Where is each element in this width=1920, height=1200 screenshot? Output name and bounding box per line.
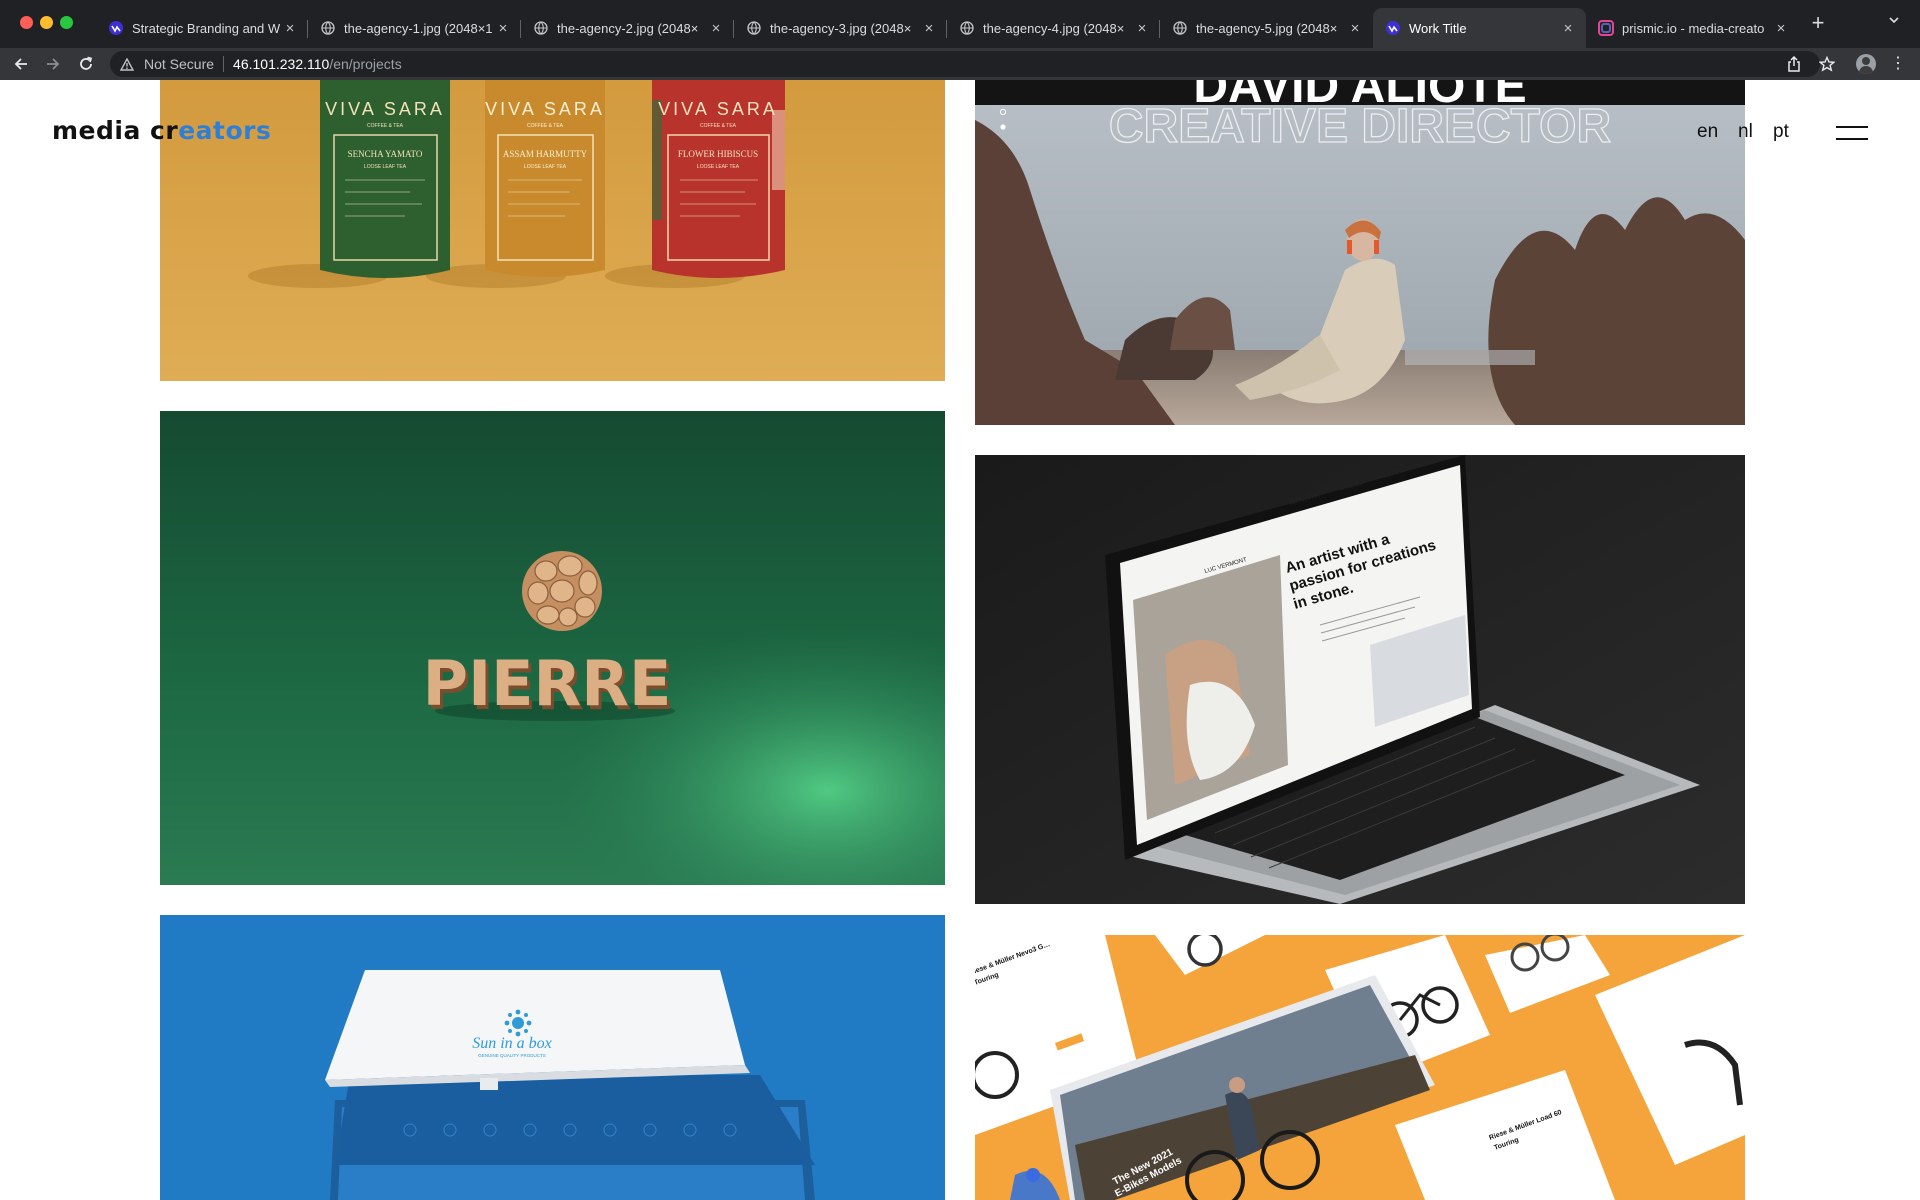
- media-creators-logo-icon: [108, 20, 124, 36]
- close-tab-icon[interactable]: ×: [1773, 20, 1789, 37]
- close-window-button[interactable]: [20, 16, 33, 29]
- tab-title: the-agency-3.jpg (2048×: [770, 20, 912, 36]
- sun-emblem-icon: [504, 1009, 532, 1037]
- profile-avatar-icon[interactable]: [1856, 54, 1876, 74]
- logo-accent-text: eators: [178, 116, 272, 145]
- share-icon[interactable]: [1782, 52, 1806, 76]
- globe-icon: [959, 20, 975, 36]
- tab-title: the-agency-1.jpg (2048×1: [344, 20, 493, 36]
- browser-toolbar: Not Secure 46.101.232.110/en/projects ⋮: [0, 48, 1920, 80]
- language-link-en[interactable]: en: [1697, 121, 1718, 143]
- globe-icon: [533, 20, 549, 36]
- warning-triangle-icon: [120, 57, 136, 71]
- stone-pile-icon: [522, 551, 602, 631]
- globe-icon: [1172, 20, 1188, 36]
- close-tab-icon[interactable]: ×: [708, 20, 724, 37]
- forward-arrow-icon[interactable]: [41, 52, 65, 76]
- laptop-mockup-image: LUC VERMONT ARTWORK ATELIER RESTORATION …: [975, 455, 1745, 904]
- close-tab-icon[interactable]: ×: [495, 20, 511, 37]
- prismic-icon: [1598, 20, 1614, 36]
- bookmark-star-icon[interactable]: [1815, 52, 1839, 76]
- tab-title: Strategic Branding and W: [132, 20, 281, 36]
- page-viewport: VIVA SARA COFFEE & TEA SENCHA YAMATO LOO…: [0, 80, 1920, 1200]
- close-tab-icon[interactable]: ×: [1560, 20, 1576, 37]
- back-arrow-icon[interactable]: [9, 52, 33, 76]
- globe-icon: [320, 20, 336, 36]
- sun-in-a-box-title: Sun in a box: [472, 1035, 552, 1052]
- project-card-artist-laptop[interactable]: LUC VERMONT ARTWORK ATELIER RESTORATION …: [975, 455, 1745, 904]
- minimize-window-button[interactable]: [40, 16, 53, 29]
- media-creators-logo[interactable]: media creators: [52, 116, 271, 145]
- hamburger-menu-icon[interactable]: [1836, 124, 1868, 144]
- globe-icon: [746, 20, 762, 36]
- pierre-logo-render: PIERRE PIERRE: [160, 411, 945, 885]
- logo-text: media cr: [52, 116, 179, 145]
- browser-tab[interactable]: the-agency-4.jpg (2048× ×: [947, 8, 1160, 48]
- browser-tab[interactable]: the-agency-3.jpg (2048× ×: [734, 8, 947, 48]
- new-tab-button[interactable]: +: [1806, 12, 1830, 36]
- pierre-wordmark: PIERRE: [423, 647, 672, 720]
- project-card-pierre[interactable]: PIERRE PIERRE: [160, 411, 945, 885]
- maximize-window-button[interactable]: [60, 16, 73, 29]
- browser-tab-strip: Strategic Branding and W × the-agency-1.…: [0, 0, 1920, 48]
- tab-search-icon[interactable]: [1884, 14, 1904, 34]
- reload-icon[interactable]: [74, 52, 98, 76]
- url-host: 46.101.232.110: [233, 56, 330, 72]
- project-card-sun-in-a-box[interactable]: Sun in a box GENUINE QUALITY PRODUCTS: [160, 915, 945, 1200]
- tab-title: the-agency-4.jpg (2048×: [983, 20, 1125, 36]
- sun-in-a-box-packaging-image: Sun in a box GENUINE QUALITY PRODUCTS: [160, 915, 945, 1200]
- close-tab-icon[interactable]: ×: [282, 20, 298, 37]
- tab-title: Work Title: [1409, 20, 1467, 36]
- address-bar[interactable]: Not Secure 46.101.232.110/en/projects: [110, 51, 1820, 77]
- media-creators-logo-icon: [1385, 20, 1401, 36]
- language-link-nl[interactable]: nl: [1738, 121, 1753, 143]
- url-path: /en/projects: [329, 56, 402, 72]
- sun-in-a-box-tagline: GENUINE QUALITY PRODUCTS: [478, 1053, 545, 1058]
- close-tab-icon[interactable]: ×: [921, 20, 937, 37]
- tab-title: prismic.io - media-creato: [1622, 20, 1765, 36]
- tab-title: the-agency-5.jpg (2048×: [1196, 20, 1338, 36]
- browser-tab[interactable]: the-agency-5.jpg (2048× ×: [1160, 8, 1373, 48]
- language-link-pt[interactable]: pt: [1773, 121, 1789, 143]
- browser-tab-active[interactable]: Work Title ×: [1373, 8, 1586, 48]
- close-tab-icon[interactable]: ×: [1134, 20, 1150, 37]
- project-card-ebikes[interactable]: Riese & Müller Nevo3 G… Touring The New …: [975, 935, 1745, 1200]
- ebike-webshop-mockup: Riese & Müller Nevo3 G… Touring The New …: [975, 935, 1745, 1200]
- browser-tab[interactable]: the-agency-1.jpg (2048×1 ×: [308, 8, 521, 48]
- security-label[interactable]: Not Secure: [144, 56, 214, 72]
- browser-tab[interactable]: the-agency-2.jpg (2048× ×: [521, 8, 734, 48]
- browser-tab[interactable]: Strategic Branding and W ×: [96, 8, 308, 48]
- close-tab-icon[interactable]: ×: [1347, 20, 1363, 37]
- more-options-icon[interactable]: ⋮: [1890, 52, 1906, 76]
- tab-title: the-agency-2.jpg (2048×: [557, 20, 699, 36]
- browser-tab[interactable]: prismic.io - media-creato ×: [1586, 8, 1799, 48]
- site-header: media creators en nl pt: [0, 80, 1920, 180]
